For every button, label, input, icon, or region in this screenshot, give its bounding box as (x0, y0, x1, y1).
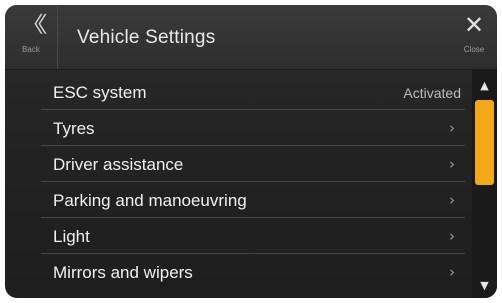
list-item-label: Driver assistance (53, 155, 184, 174)
scroll-down-arrow-icon[interactable]: ▼ (472, 274, 497, 298)
chevron-right-icon: › (449, 191, 455, 209)
back-label: Back (22, 45, 40, 54)
vehicle-settings-screen: 〈〈 Back Vehicle Settings ✕ Close ESC sys… (5, 5, 497, 298)
status-value: Activated (403, 85, 461, 101)
list-item-label: Parking and manoeuvring (53, 191, 247, 210)
list-item-label: ESC system (53, 83, 147, 102)
chevron-right-icon: › (449, 263, 455, 281)
list-item-label: Mirrors and wipers (53, 263, 193, 282)
chevron-right-icon: › (449, 119, 455, 137)
list-item-parking-and-manoeuvring[interactable]: Parking and manoeuvring › (5, 182, 471, 218)
double-chevron-left-icon: 〈〈 (21, 13, 47, 38)
close-button[interactable]: ✕ Close (451, 5, 497, 69)
list-item-label: Tyres (53, 119, 95, 138)
scrollbar[interactable]: ▲ ▼ (472, 70, 497, 298)
scroll-track[interactable] (475, 100, 494, 270)
list-item-mirrors-and-wipers[interactable]: Mirrors and wipers › (5, 254, 471, 290)
chevron-right-icon: › (449, 227, 455, 245)
list-item-label: Light (53, 227, 90, 246)
close-label: Close (463, 45, 485, 54)
list-item-light[interactable]: Light › (5, 218, 471, 254)
chevron-right-icon: › (449, 155, 455, 173)
page-title: Vehicle Settings (77, 27, 216, 48)
scroll-up-arrow-icon[interactable]: ▲ (472, 74, 497, 98)
close-icon: ✕ (463, 11, 485, 39)
settings-list: ESC system Activated Tyres › Driver assi… (5, 70, 471, 298)
list-item-driver-assistance[interactable]: Driver assistance › (5, 146, 471, 182)
scroll-thumb[interactable] (475, 100, 494, 185)
list-item-tyres[interactable]: Tyres › (5, 110, 471, 146)
back-button[interactable]: 〈〈 Back (5, 5, 58, 69)
list-item-esc-system[interactable]: ESC system Activated (5, 74, 471, 110)
header-bar: 〈〈 Back Vehicle Settings ✕ Close (5, 5, 497, 70)
